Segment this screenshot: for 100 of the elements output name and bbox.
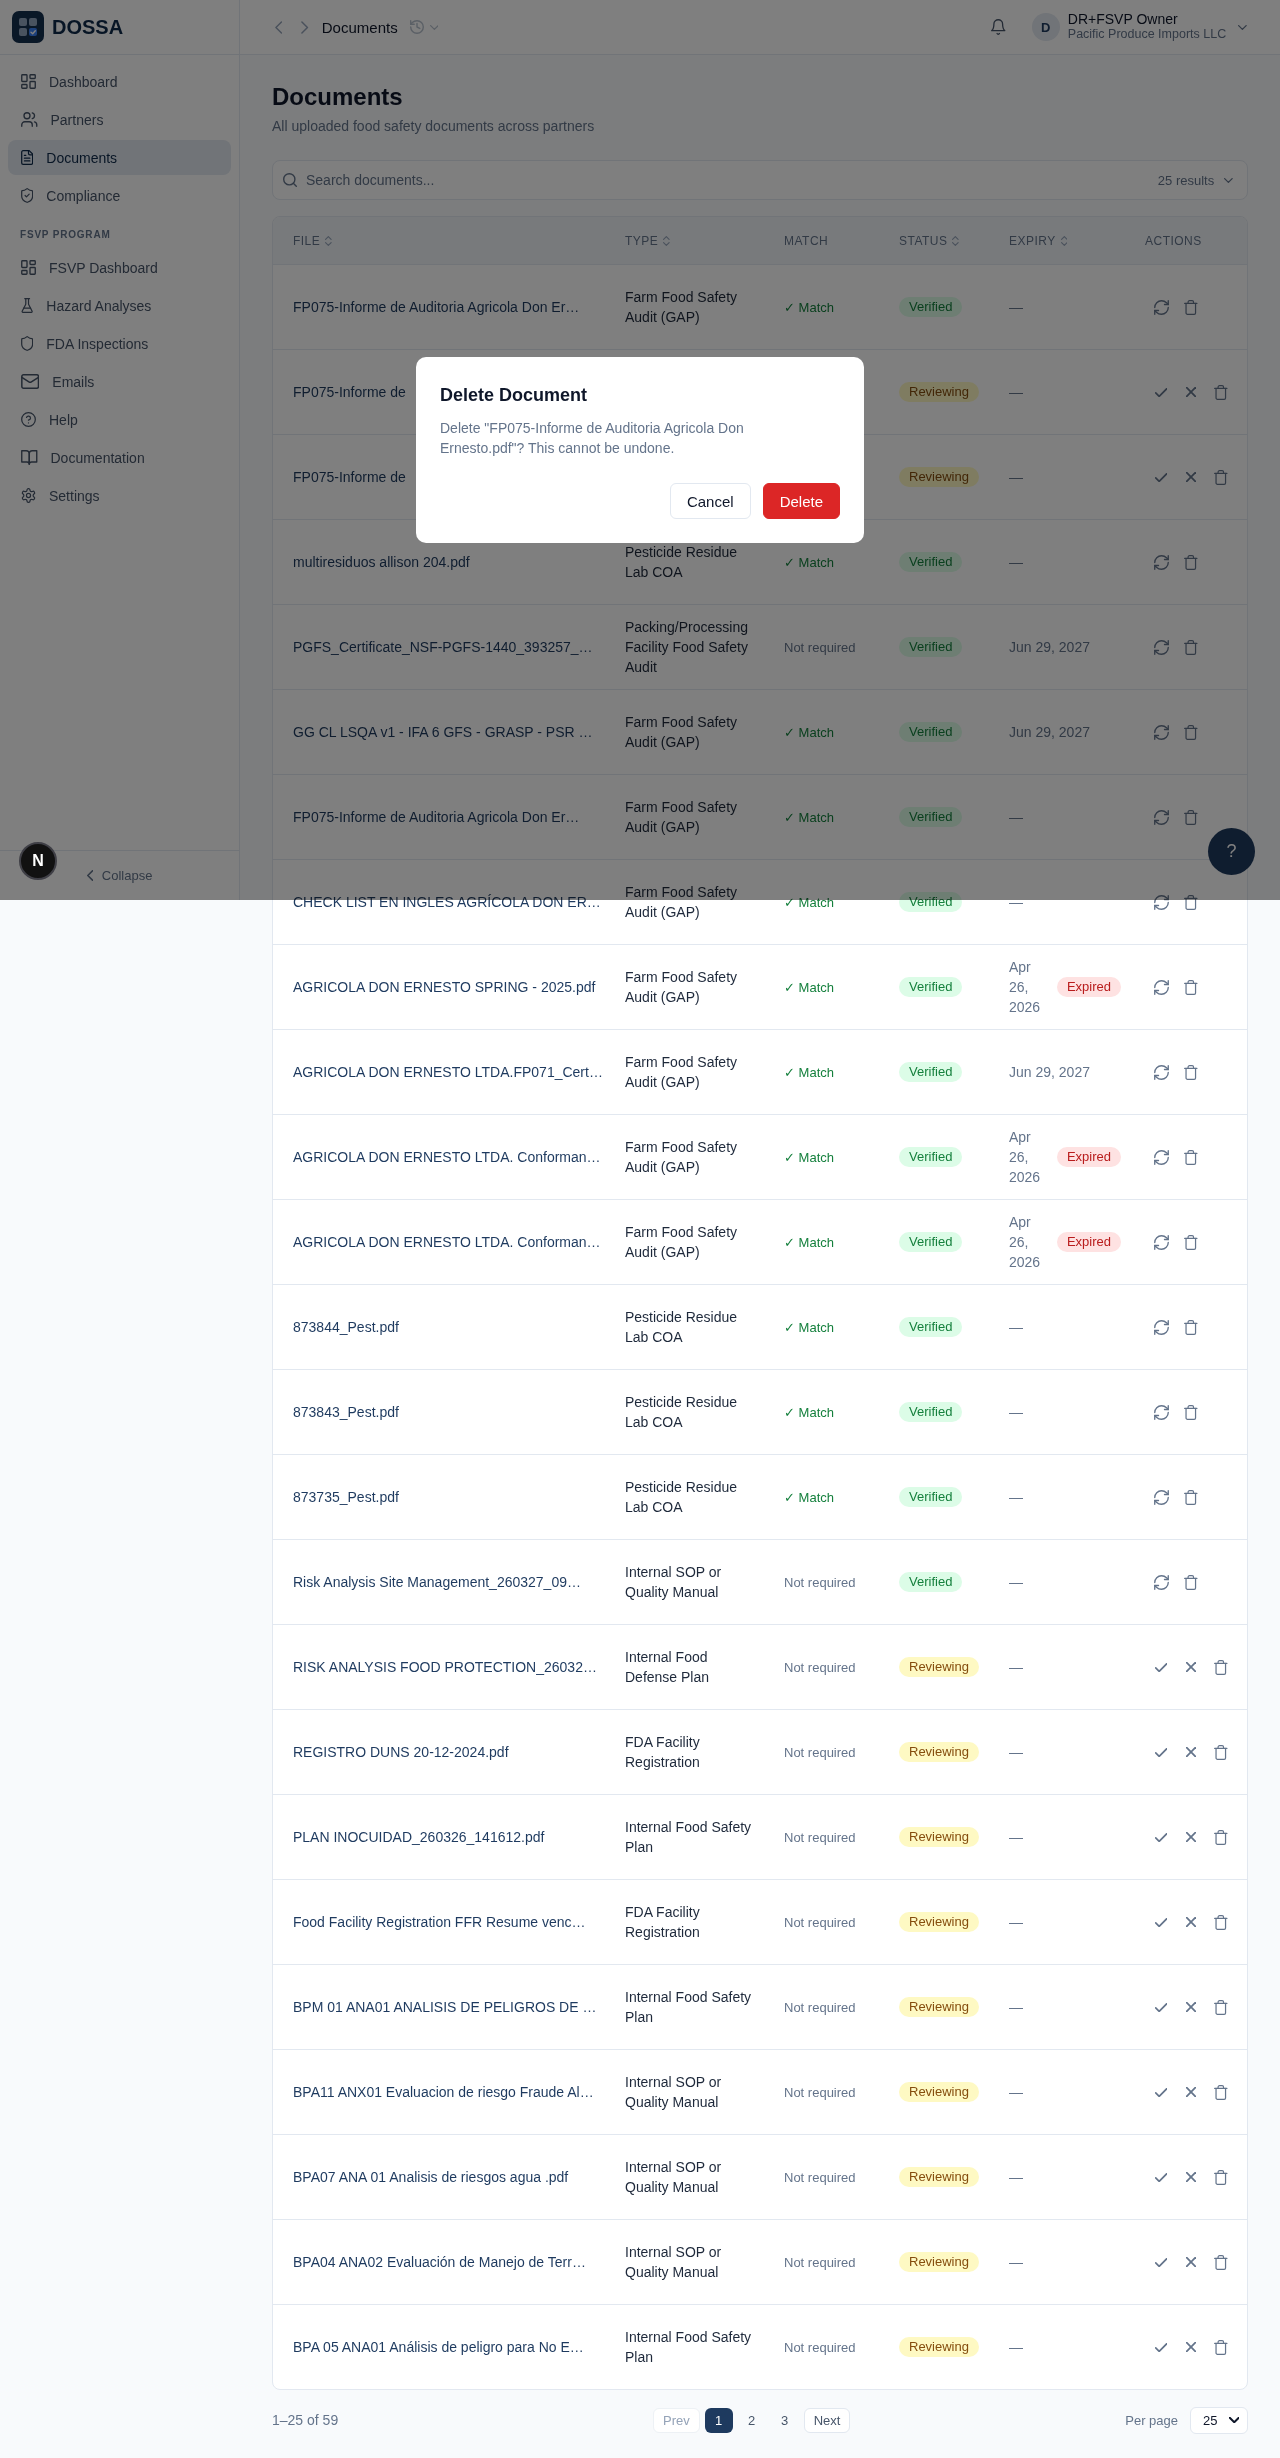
- file-name-link[interactable]: GG CL LSQA v1 - IFA 6 GFS - GRASP - PSR …: [293, 724, 593, 740]
- expiry-value: —: [1009, 1488, 1023, 1507]
- file-name-link[interactable]: PLAN INOCUIDAD_260326_141612.pdf: [293, 1829, 545, 1845]
- nav-item[interactable]: Help: [8, 402, 231, 437]
- file-name-link[interactable]: 873843_Pest.pdf: [293, 1404, 399, 1420]
- collapse-button[interactable]: Collapse: [86, 868, 153, 883]
- status-badge: Reviewing: [899, 1827, 979, 1847]
- cross-icon[interactable]: [1186, 2257, 1196, 2267]
- file-name-link[interactable]: AGRICOLA DON ERNESTO SPRING - 2025.pdf: [293, 979, 596, 995]
- file-name-link[interactable]: AGRICOLA DON ERNESTO LTDA.FP071_Cert…: [293, 1064, 603, 1080]
- expiry-value: —: [1009, 1743, 1023, 1762]
- file-name-link[interactable]: RISK ANALYSIS FOOD PROTECTION_26032…: [293, 1659, 597, 1675]
- check-icon[interactable]: [1154, 1747, 1168, 1757]
- expiry-value: —: [1009, 1573, 1023, 1592]
- file-name-link[interactable]: FP075-Informe de Auditoria Agricola Don Er…: [293, 809, 580, 825]
- check-icon[interactable]: [1154, 2172, 1168, 2182]
- check-icon[interactable]: [1154, 2002, 1168, 2012]
- match-result: Not required: [784, 1660, 856, 1675]
- page-button[interactable]: 3: [770, 2407, 799, 2433]
- cross-icon[interactable]: [1186, 472, 1196, 482]
- nav-item[interactable]: FSVP Dashboard: [8, 250, 231, 285]
- file-name-link[interactable]: 873735_Pest.pdf: [293, 1489, 399, 1505]
- page-button[interactable]: 1: [704, 2407, 733, 2433]
- cross-icon[interactable]: [1186, 1747, 1196, 1757]
- nav-item[interactable]: Compliance: [8, 178, 231, 213]
- document-type: Pesticide Residue Lab COA: [625, 1309, 738, 1345]
- nav-item[interactable]: Hazard Analyses: [8, 288, 231, 323]
- file-name-link[interactable]: PGFS_Certificate_NSF-PGFS-1440_393257_…: [293, 639, 593, 655]
- expiry-value: —: [1009, 2253, 1023, 2272]
- nav-item[interactable]: Documentation: [8, 440, 231, 475]
- nav-item[interactable]: Dashboard: [8, 64, 231, 99]
- cross-icon[interactable]: [1186, 387, 1196, 397]
- cross-icon[interactable]: [1186, 2087, 1196, 2097]
- column-header[interactable]: EXPIRY: [1009, 233, 1068, 248]
- match-result: Not required: [784, 2255, 856, 2270]
- cross-icon[interactable]: [1186, 1832, 1196, 1842]
- file-name-link[interactable]: BPM 01 ANA01 ANALISIS DE PELIGROS DE …: [293, 1999, 597, 2015]
- page-title: Documents: [272, 82, 404, 112]
- file-name-link[interactable]: Risk Analysis Site Management_260327_09…: [293, 1574, 581, 1590]
- nav-item[interactable]: Partners: [8, 102, 231, 137]
- bell-icon[interactable]: [991, 19, 1006, 35]
- check-icon[interactable]: [1154, 2342, 1168, 2352]
- nav-item[interactable]: Emails: [8, 364, 231, 399]
- cross-icon[interactable]: [1186, 1917, 1196, 1927]
- check-icon[interactable]: [1154, 472, 1168, 482]
- expiry-value: Jun 29, 2027: [1009, 723, 1090, 742]
- nav-item[interactable]: Documents: [8, 140, 231, 175]
- expiry-value: Apr 26, 2026: [1009, 1128, 1042, 1187]
- refresh-icon[interactable]: [1153, 894, 1169, 910]
- search-field[interactable]: Search documents... 25 results: [272, 160, 1248, 200]
- per-page-select[interactable]: 25: [1190, 2406, 1248, 2434]
- file-name-link[interactable]: FP075-Informe de: [293, 384, 406, 400]
- status-badge: Verified: [899, 1317, 963, 1337]
- help-icon: [21, 412, 36, 427]
- column-header[interactable]: STATUS: [899, 233, 960, 248]
- file-name-link[interactable]: BPA 05 ANA01 Análisis de peligro para No E…: [293, 2339, 584, 2355]
- cross-icon[interactable]: [1186, 2002, 1196, 2012]
- cross-icon[interactable]: [1186, 2342, 1196, 2352]
- check-icon[interactable]: [1154, 2087, 1168, 2097]
- nav-item[interactable]: FDA Inspections: [8, 326, 231, 361]
- document-icon: [21, 150, 34, 165]
- cancel-button[interactable]: Cancel: [669, 483, 751, 519]
- check-icon[interactable]: [1154, 1662, 1168, 1672]
- file-name-link[interactable]: 873844_Pest.pdf: [293, 1319, 399, 1335]
- cross-icon[interactable]: [1186, 2172, 1196, 2182]
- file-name-link[interactable]: BPA04 ANA02 Evaluación de Manejo de Terr…: [293, 2254, 586, 2270]
- file-name-link[interactable]: multiresiduos allison 204.pdf: [293, 554, 470, 570]
- file-name-link[interactable]: REGISTRO DUNS 20-12-2024.pdf: [293, 1744, 509, 1760]
- next-button[interactable]: Next: [803, 2407, 851, 2433]
- shield-check-icon: [21, 188, 34, 203]
- trash-icon[interactable]: [1184, 894, 1198, 910]
- cross-icon[interactable]: [1186, 1662, 1196, 1672]
- check-icon[interactable]: [1154, 1832, 1168, 1842]
- match-result: ✓ Match: [784, 1065, 834, 1080]
- book-icon: [21, 450, 38, 465]
- nav-item[interactable]: Settings: [8, 478, 231, 513]
- check-icon[interactable]: [1154, 2257, 1168, 2267]
- match-result: Not required: [784, 1745, 856, 1760]
- check-icon[interactable]: [1154, 387, 1168, 397]
- file-name-link[interactable]: AGRICOLA DON ERNESTO LTDA. Conforman…: [293, 1234, 601, 1250]
- page-button[interactable]: 2: [737, 2407, 766, 2433]
- match-result: ✓ Match: [784, 725, 834, 740]
- user-avatar[interactable]: D: [1031, 13, 1060, 41]
- check-icon[interactable]: [1154, 1917, 1168, 1927]
- file-name-link[interactable]: FP075-Informe de: [293, 469, 406, 485]
- chevron-down-icon[interactable]: [1238, 24, 1247, 30]
- document-type: Internal Food Defense Plan: [625, 1649, 710, 1685]
- file-name-link[interactable]: BPA07 ANA 01 Analisis de riesgos agua .pdf: [293, 2169, 569, 2185]
- results-dropdown[interactable]: 25 results: [1157, 172, 1233, 188]
- column-header[interactable]: TYPE: [625, 233, 670, 248]
- delete-button[interactable]: Delete: [762, 483, 840, 519]
- file-name-link[interactable]: FP075-Informe de Auditoria Agricola Don Er…: [293, 299, 580, 315]
- document-type: Farm Food Safety Audit (GAP): [625, 1224, 738, 1260]
- file-name-link[interactable]: Food Facility Registration FFR Resume venc…: [293, 1914, 586, 1930]
- status-badge: Verified: [899, 1402, 963, 1422]
- expiry-value: —: [1009, 893, 1023, 912]
- column-header[interactable]: FILE: [293, 233, 332, 248]
- file-name-link[interactable]: BPA11 ANX01 Evaluacion de riesgo Fraude Al…: [293, 2084, 594, 2100]
- status-badge: Verified: [899, 297, 963, 317]
- file-name-link[interactable]: AGRICOLA DON ERNESTO LTDA. Conforman…: [293, 1149, 601, 1165]
